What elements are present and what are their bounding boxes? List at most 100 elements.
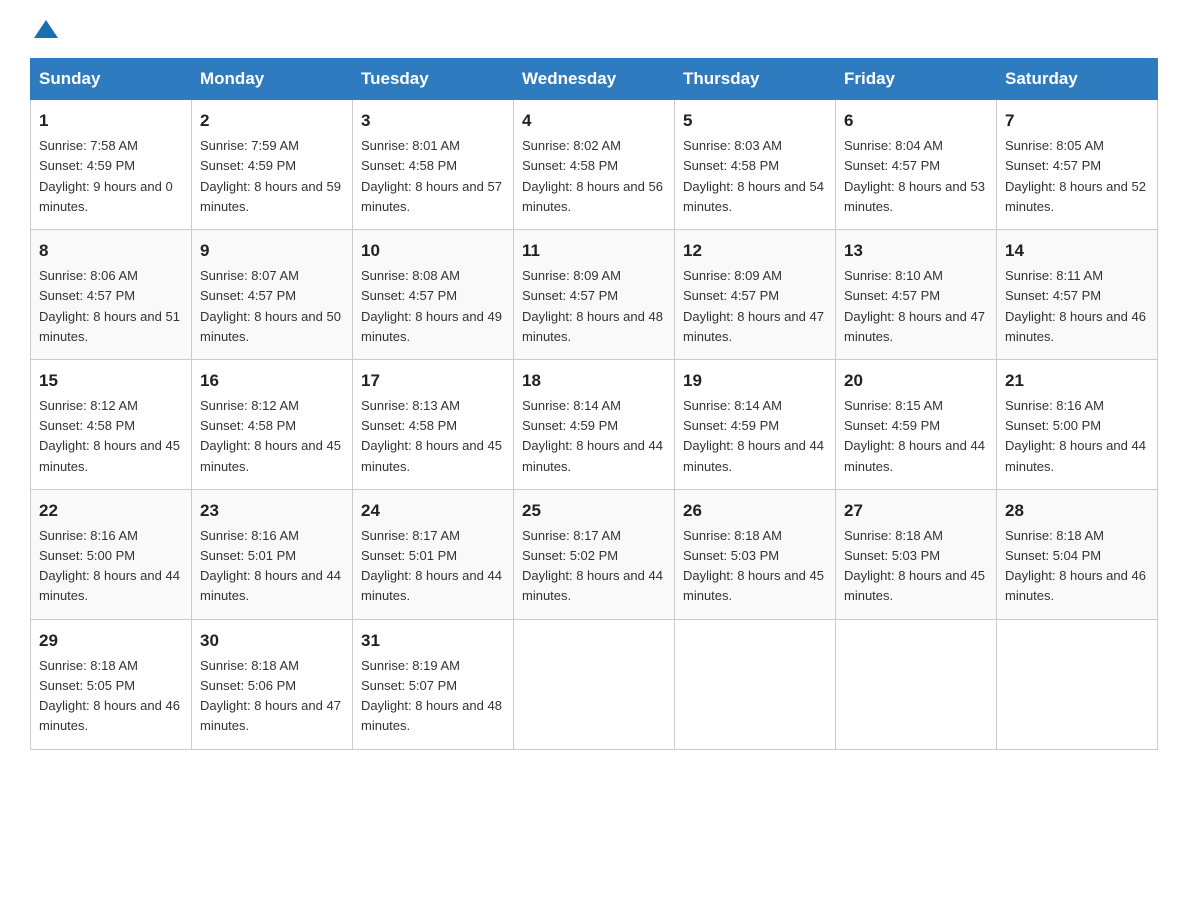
day-number: 1 [39, 108, 183, 134]
day-info: Sunrise: 8:12 AMSunset: 4:58 PMDaylight:… [200, 398, 341, 473]
calendar-cell: 20 Sunrise: 8:15 AMSunset: 4:59 PMDayligh… [836, 359, 997, 489]
day-number: 11 [522, 238, 666, 264]
day-number: 30 [200, 628, 344, 654]
day-number: 28 [1005, 498, 1149, 524]
calendar-cell: 12 Sunrise: 8:09 AMSunset: 4:57 PMDayligh… [675, 229, 836, 359]
col-header-wednesday: Wednesday [514, 59, 675, 100]
page-header [30, 20, 1158, 38]
calendar-week-2: 8Sunrise: 8:06 AMSunset: 4:57 PMDaylight… [31, 229, 1158, 359]
day-info: Sunrise: 8:04 AMSunset: 4:57 PMDaylight:… [844, 138, 985, 213]
day-number: 16 [200, 368, 344, 394]
day-info: Sunrise: 8:17 AMSunset: 5:02 PMDaylight:… [522, 528, 663, 603]
calendar-week-1: 1 Sunrise: 7:58 AMSunset: 4:59 PMDaylight… [31, 100, 1158, 230]
calendar-cell: 4Sunrise: 8:02 AMSunset: 4:58 PMDaylight… [514, 100, 675, 230]
day-number: 10 [361, 238, 505, 264]
col-header-thursday: Thursday [675, 59, 836, 100]
calendar-cell: 6 Sunrise: 8:04 AMSunset: 4:57 PMDaylight… [836, 100, 997, 230]
col-header-monday: Monday [192, 59, 353, 100]
calendar-cell: 1 Sunrise: 7:58 AMSunset: 4:59 PMDaylight… [31, 100, 192, 230]
calendar-cell: 21 Sunrise: 8:16 AMSunset: 5:00 PMDayligh… [997, 359, 1158, 489]
day-number: 7 [1005, 108, 1149, 134]
day-info: Sunrise: 8:06 AMSunset: 4:57 PMDaylight:… [39, 268, 180, 343]
day-info: Sunrise: 8:14 AMSunset: 4:59 PMDaylight:… [522, 398, 663, 473]
day-number: 20 [844, 368, 988, 394]
day-info: Sunrise: 8:18 AMSunset: 5:03 PMDaylight:… [844, 528, 985, 603]
day-number: 9 [200, 238, 344, 264]
day-info: Sunrise: 8:09 AMSunset: 4:57 PMDaylight:… [683, 268, 824, 343]
day-number: 6 [844, 108, 988, 134]
logo-triangle-icon [34, 20, 58, 38]
day-info: Sunrise: 8:10 AMSunset: 4:57 PMDaylight:… [844, 268, 985, 343]
calendar-cell: 22 Sunrise: 8:16 AMSunset: 5:00 PMDayligh… [31, 489, 192, 619]
calendar-cell [997, 619, 1158, 749]
day-info: Sunrise: 8:16 AMSunset: 5:00 PMDaylight:… [1005, 398, 1146, 473]
calendar-cell [675, 619, 836, 749]
day-number: 13 [844, 238, 988, 264]
calendar-cell: 3Sunrise: 8:01 AMSunset: 4:58 PMDaylight… [353, 100, 514, 230]
day-number: 17 [361, 368, 505, 394]
day-info: Sunrise: 8:16 AMSunset: 5:00 PMDaylight:… [39, 528, 180, 603]
calendar-table: SundayMondayTuesdayWednesdayThursdayFrid… [30, 58, 1158, 750]
day-number: 24 [361, 498, 505, 524]
logo [30, 20, 58, 38]
calendar-cell: 28 Sunrise: 8:18 AMSunset: 5:04 PMDayligh… [997, 489, 1158, 619]
day-info: Sunrise: 8:17 AMSunset: 5:01 PMDaylight:… [361, 528, 502, 603]
calendar-cell: 2Sunrise: 7:59 AMSunset: 4:59 PMDaylight… [192, 100, 353, 230]
day-info: Sunrise: 8:14 AMSunset: 4:59 PMDaylight:… [683, 398, 824, 473]
day-info: Sunrise: 8:02 AMSunset: 4:58 PMDaylight:… [522, 138, 663, 213]
calendar-cell: 7 Sunrise: 8:05 AMSunset: 4:57 PMDaylight… [997, 100, 1158, 230]
calendar-cell: 8Sunrise: 8:06 AMSunset: 4:57 PMDaylight… [31, 229, 192, 359]
calendar-cell: 5Sunrise: 8:03 AMSunset: 4:58 PMDaylight… [675, 100, 836, 230]
day-info: Sunrise: 8:19 AMSunset: 5:07 PMDaylight:… [361, 658, 502, 733]
day-info: Sunrise: 8:18 AMSunset: 5:05 PMDaylight:… [39, 658, 180, 733]
day-number: 21 [1005, 368, 1149, 394]
calendar-cell: 11 Sunrise: 8:09 AMSunset: 4:57 PMDayligh… [514, 229, 675, 359]
calendar-week-5: 29 Sunrise: 8:18 AMSunset: 5:05 PMDayligh… [31, 619, 1158, 749]
calendar-cell: 10 Sunrise: 8:08 AMSunset: 4:57 PMDayligh… [353, 229, 514, 359]
calendar-header-row: SundayMondayTuesdayWednesdayThursdayFrid… [31, 59, 1158, 100]
day-info: Sunrise: 8:07 AMSunset: 4:57 PMDaylight:… [200, 268, 341, 343]
day-info: Sunrise: 8:05 AMSunset: 4:57 PMDaylight:… [1005, 138, 1146, 213]
col-header-sunday: Sunday [31, 59, 192, 100]
day-info: Sunrise: 8:08 AMSunset: 4:57 PMDaylight:… [361, 268, 502, 343]
calendar-cell: 16 Sunrise: 8:12 AMSunset: 4:58 PMDayligh… [192, 359, 353, 489]
col-header-tuesday: Tuesday [353, 59, 514, 100]
day-number: 22 [39, 498, 183, 524]
day-info: Sunrise: 8:16 AMSunset: 5:01 PMDaylight:… [200, 528, 341, 603]
day-info: Sunrise: 7:58 AMSunset: 4:59 PMDaylight:… [39, 138, 173, 213]
calendar-cell: 25 Sunrise: 8:17 AMSunset: 5:02 PMDayligh… [514, 489, 675, 619]
day-number: 23 [200, 498, 344, 524]
day-info: Sunrise: 8:15 AMSunset: 4:59 PMDaylight:… [844, 398, 985, 473]
calendar-week-3: 15 Sunrise: 8:12 AMSunset: 4:58 PMDayligh… [31, 359, 1158, 489]
calendar-cell: 19Sunrise: 8:14 AMSunset: 4:59 PMDayligh… [675, 359, 836, 489]
calendar-cell [514, 619, 675, 749]
day-number: 14 [1005, 238, 1149, 264]
calendar-cell: 14 Sunrise: 8:11 AMSunset: 4:57 PMDayligh… [997, 229, 1158, 359]
calendar-cell: 30 Sunrise: 8:18 AMSunset: 5:06 PMDayligh… [192, 619, 353, 749]
calendar-cell: 18Sunrise: 8:14 AMSunset: 4:59 PMDayligh… [514, 359, 675, 489]
calendar-week-4: 22 Sunrise: 8:16 AMSunset: 5:00 PMDayligh… [31, 489, 1158, 619]
day-number: 15 [39, 368, 183, 394]
day-info: Sunrise: 8:09 AMSunset: 4:57 PMDaylight:… [522, 268, 663, 343]
calendar-cell: 29 Sunrise: 8:18 AMSunset: 5:05 PMDayligh… [31, 619, 192, 749]
day-info: Sunrise: 8:11 AMSunset: 4:57 PMDaylight:… [1005, 268, 1146, 343]
day-info: Sunrise: 8:18 AMSunset: 5:04 PMDaylight:… [1005, 528, 1146, 603]
day-info: Sunrise: 8:03 AMSunset: 4:58 PMDaylight:… [683, 138, 824, 213]
day-number: 31 [361, 628, 505, 654]
calendar-cell: 27 Sunrise: 8:18 AMSunset: 5:03 PMDayligh… [836, 489, 997, 619]
calendar-cell: 17 Sunrise: 8:13 AMSunset: 4:58 PMDayligh… [353, 359, 514, 489]
day-number: 29 [39, 628, 183, 654]
day-info: Sunrise: 7:59 AMSunset: 4:59 PMDaylight:… [200, 138, 341, 213]
day-number: 25 [522, 498, 666, 524]
calendar-cell [836, 619, 997, 749]
calendar-cell: 13 Sunrise: 8:10 AMSunset: 4:57 PMDayligh… [836, 229, 997, 359]
day-number: 27 [844, 498, 988, 524]
day-info: Sunrise: 8:18 AMSunset: 5:06 PMDaylight:… [200, 658, 341, 733]
calendar-cell: 24 Sunrise: 8:17 AMSunset: 5:01 PMDayligh… [353, 489, 514, 619]
day-number: 12 [683, 238, 827, 264]
calendar-cell: 9 Sunrise: 8:07 AMSunset: 4:57 PMDaylight… [192, 229, 353, 359]
calendar-cell: 26Sunrise: 8:18 AMSunset: 5:03 PMDayligh… [675, 489, 836, 619]
calendar-cell: 15Sunrise: 8:12 AMSunset: 4:58 PMDayligh… [31, 359, 192, 489]
day-number: 3 [361, 108, 505, 134]
day-info: Sunrise: 8:13 AMSunset: 4:58 PMDaylight:… [361, 398, 502, 473]
